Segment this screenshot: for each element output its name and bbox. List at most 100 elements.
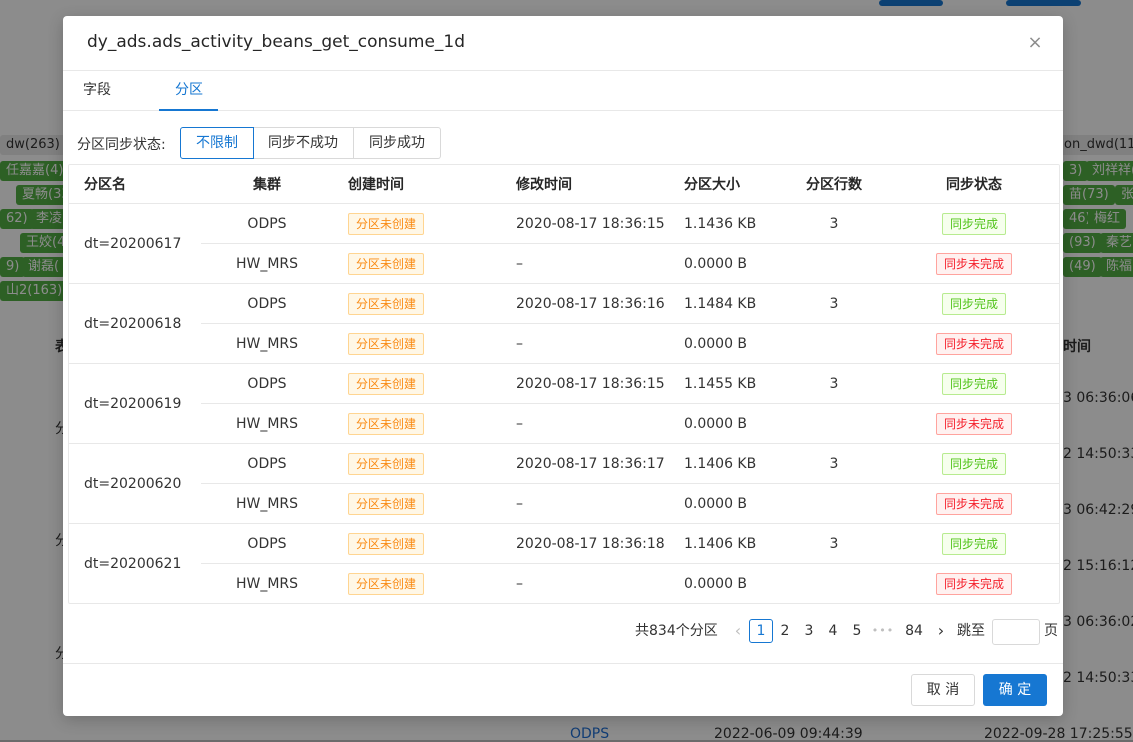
filter-label: 分区同步状态: <box>77 137 166 153</box>
column-header-partition: 分区名 <box>69 165 201 204</box>
cell-cluster: HW_MRS <box>201 563 333 603</box>
partition-not-created-tag: 分区未创建 <box>348 372 425 395</box>
cell-partition-name: dt=20200619 <box>69 363 201 444</box>
cell-sync-status: 同步未完成 <box>889 243 1059 284</box>
page-5[interactable]: 5 <box>848 619 866 643</box>
cell-sync-status: 同步未完成 <box>889 483 1059 524</box>
cell-row-count: 3 <box>779 443 889 484</box>
page-4[interactable]: 4 <box>824 619 842 643</box>
cell-modified: – <box>501 243 669 284</box>
cell-cluster: ODPS <box>201 443 333 484</box>
cell-modified: – <box>501 323 669 364</box>
pagination: 共834个分区 ‹ 1 2 3 4 5 ••• 84 › 跳至 页 <box>635 619 1063 645</box>
cell-partition-name: dt=20200617 <box>69 203 201 284</box>
page-3[interactable]: 3 <box>800 619 818 643</box>
partition-not-created-tag: 分区未创建 <box>348 452 425 475</box>
cell-created: 分区未创建 <box>333 203 501 244</box>
cell-partition-name: dt=20200618 <box>69 283 201 364</box>
cell-created: 分区未创建 <box>333 563 501 603</box>
cell-row-count <box>779 483 889 524</box>
jump-page-input[interactable] <box>992 619 1040 645</box>
cell-row-count: 3 <box>779 363 889 404</box>
table-row: HW_MRS 分区未创建 –0.0000 B 同步未完成 <box>69 323 1059 364</box>
filter-option-unlimited[interactable]: 不限制 <box>180 127 254 159</box>
cell-cluster: ODPS <box>201 203 333 244</box>
column-header-sync-status: 同步状态 <box>889 165 1059 204</box>
cell-cluster: ODPS <box>201 523 333 564</box>
cell-size: 0.0000 B <box>669 403 779 444</box>
partition-not-created-tag: 分区未创建 <box>348 332 425 355</box>
cell-sync-status: 同步完成 <box>889 283 1059 324</box>
cancel-button[interactable]: 取 消 <box>911 674 975 706</box>
tab-fields[interactable]: 字段 <box>83 70 111 110</box>
column-header-created: 创建时间 <box>333 165 501 204</box>
table-header-row: 分区名 集群 创建时间 修改时间 分区大小 分区行数 同步状态 <box>69 165 1059 204</box>
table-row: HW_MRS 分区未创建 –0.0000 B 同步未完成 <box>69 563 1059 603</box>
close-icon[interactable]: × <box>1025 33 1045 53</box>
cell-row-count: 3 <box>779 203 889 244</box>
filter-option-sync-failed[interactable]: 同步不成功 <box>253 127 354 159</box>
cell-cluster: HW_MRS <box>201 403 333 444</box>
column-header-modified: 修改时间 <box>501 165 669 204</box>
cell-cluster: ODPS <box>201 363 333 404</box>
cell-row-count <box>779 403 889 444</box>
partition-table: 分区名 集群 创建时间 修改时间 分区大小 分区行数 同步状态 dt=20200… <box>68 164 1060 604</box>
cell-cluster: HW_MRS <box>201 243 333 284</box>
cell-created: 分区未创建 <box>333 323 501 364</box>
table-row: dt=20200621 ODPS 分区未创建 2020-08-17 18:36:18 1… <box>69 523 1059 603</box>
page-ellipsis[interactable]: ••• <box>871 619 895 643</box>
cell-modified: 2020-08-17 18:36:15 <box>501 203 669 244</box>
cell-modified: – <box>501 483 669 524</box>
cell-size: 0.0000 B <box>669 323 779 364</box>
ok-button[interactable]: 确 定 <box>983 674 1047 706</box>
table-row: dt=20200619 ODPS 分区未创建 2020-08-17 18:36:15 1… <box>69 363 1059 444</box>
sync-status-badge: 同步未完成 <box>935 412 1012 435</box>
cell-modified: 2020-08-17 18:36:15 <box>501 363 669 404</box>
partition-modal: dy_ads.ads_activity_beans_get_consume_1d… <box>63 16 1063 716</box>
page-2[interactable]: 2 <box>776 619 794 643</box>
cell-size: 1.1406 KB <box>669 523 779 564</box>
modal-footer: 取 消 确 定 <box>63 663 1063 716</box>
column-header-row-count: 分区行数 <box>779 165 889 204</box>
cell-row-count <box>779 323 889 364</box>
table-row: HW_MRS 分区未创建 –0.0000 B 同步未完成 <box>69 483 1059 524</box>
cell-cluster: HW_MRS <box>201 323 333 364</box>
sync-status-badge: 同步完成 <box>941 292 1006 315</box>
cell-size: 1.1436 KB <box>669 203 779 244</box>
cell-sync-status: 同步未完成 <box>889 323 1059 364</box>
cell-modified: – <box>501 563 669 603</box>
sync-status-badge: 同步未完成 <box>935 572 1012 595</box>
page-1[interactable]: 1 <box>749 619 773 643</box>
page-last[interactable]: 84 <box>902 619 926 643</box>
table-row: dt=20200617 ODPS 分区未创建 2020-08-17 18:36:15 1… <box>69 203 1059 284</box>
column-header-size: 分区大小 <box>669 165 779 204</box>
sync-status-badge: 同步未完成 <box>935 332 1012 355</box>
partition-not-created-tag: 分区未创建 <box>348 252 425 275</box>
table-row: dt=20200620 ODPS 分区未创建 2020-08-17 18:36:17 1… <box>69 443 1059 524</box>
sync-status-badge: 同步未完成 <box>935 492 1012 515</box>
cell-sync-status: 同步完成 <box>889 203 1059 244</box>
filter-option-sync-success[interactable]: 同步成功 <box>354 127 441 159</box>
partition-not-created-tag: 分区未创建 <box>348 492 425 515</box>
tab-bar: 字段 分区 <box>63 70 1063 111</box>
cell-modified: – <box>501 403 669 444</box>
sync-status-badge: 同步完成 <box>941 372 1006 395</box>
cell-row-count <box>779 563 889 603</box>
cell-sync-status: 同步完成 <box>889 443 1059 484</box>
cell-cluster: ODPS <box>201 283 333 324</box>
column-header-cluster: 集群 <box>201 165 333 204</box>
sync-status-badge: 同步完成 <box>941 532 1006 555</box>
cell-size: 0.0000 B <box>669 483 779 524</box>
cell-size: 0.0000 B <box>669 563 779 603</box>
modal-header: dy_ads.ads_activity_beans_get_consume_1d… <box>63 16 1063 71</box>
jump-label: 跳至 <box>957 623 985 639</box>
cell-row-count: 3 <box>779 283 889 324</box>
pagination-total: 共834个分区 <box>635 623 718 639</box>
tab-partitions[interactable]: 分区 <box>175 70 203 110</box>
prev-page-icon[interactable]: ‹ <box>729 619 747 643</box>
partition-not-created-tag: 分区未创建 <box>348 292 425 315</box>
next-page-icon[interactable]: › <box>932 619 950 643</box>
cell-created: 分区未创建 <box>333 363 501 404</box>
cell-created: 分区未创建 <box>333 483 501 524</box>
partition-not-created-tag: 分区未创建 <box>348 212 425 235</box>
